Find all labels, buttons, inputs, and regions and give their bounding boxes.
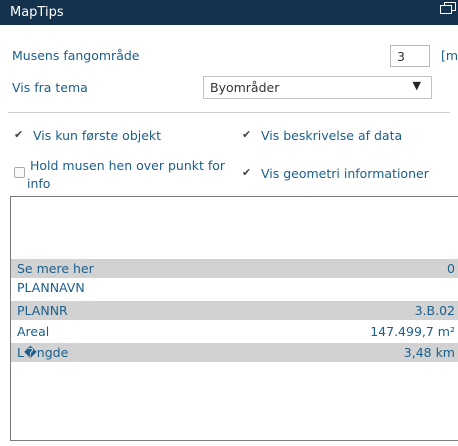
table-row: Areal 147.499,7 m² [11, 322, 458, 341]
row-key: L�ngde [17, 345, 69, 360]
checkmark-icon: ✔ [242, 166, 252, 179]
first-object-label: Vis kun første objekt [33, 128, 162, 143]
row-key: PLANNR [17, 303, 68, 318]
table-row: L�ngde 3,48 km [11, 343, 458, 362]
row-value: 3.B.02 [414, 303, 455, 318]
row-key: Areal [17, 324, 50, 339]
hover-label-line1: Hold musen hen over punkt for [30, 158, 226, 173]
row-key: PLANNAVN [17, 280, 85, 295]
row-value: 147.499,7 m² [370, 324, 455, 339]
title-bar: MapTips [0, 0, 458, 25]
results-panel: Se mere her 0 PLANNAVN PLANNR 3.B.02 Are… [10, 196, 458, 441]
row-value: 3,48 km [403, 345, 455, 360]
checkmark-icon: ✔ [14, 128, 24, 141]
divider [8, 112, 450, 113]
table-row: PLANNR 3.B.02 [11, 301, 458, 320]
theme-label: Vis fra tema [12, 80, 88, 95]
chevron-down-icon: ▼ [412, 79, 421, 92]
table-row: PLANNAVN [11, 278, 458, 297]
table-row[interactable]: Se mere her 0 [11, 259, 458, 278]
capture-area-unit: [m] [441, 48, 458, 63]
description-label: Vis beskrivelse af data [261, 128, 403, 143]
row-key: Se mere her [17, 261, 94, 276]
geometry-label: Vis geometri informationer [261, 166, 429, 181]
theme-selected-value: Byområder [210, 80, 280, 95]
capture-area-label: Musens fangområde [12, 48, 140, 63]
window-title: MapTips [10, 5, 64, 20]
hover-label-line2: info [27, 176, 51, 191]
theme-select[interactable]: Byområder ▼ [203, 76, 432, 99]
unchecked-box-icon [14, 167, 25, 178]
row-value: 0 [447, 261, 455, 276]
capture-area-input[interactable]: 3 [390, 45, 430, 67]
restore-window-icon[interactable] [440, 2, 458, 14]
checkmark-icon: ✔ [242, 128, 252, 141]
